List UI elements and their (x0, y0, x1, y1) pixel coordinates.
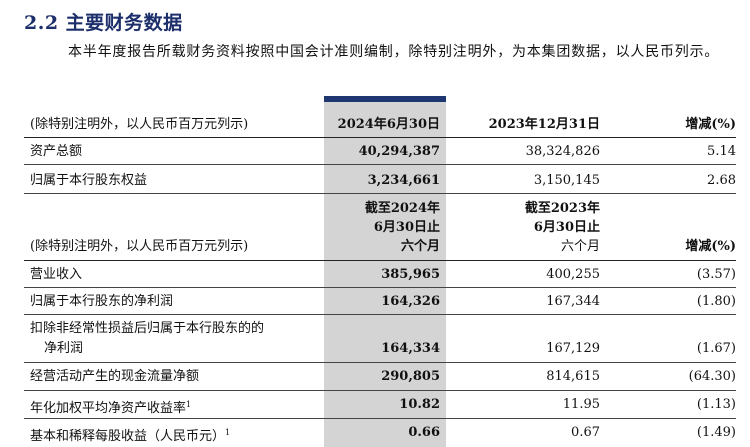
table-rule (24, 390, 736, 391)
table-row-value-change: 2.68 (707, 173, 736, 188)
table1-col1-header: 2024年6月30日 (337, 117, 440, 132)
table-row-value-current: 385,965 (381, 267, 440, 282)
table-row-value-change: (64.30) (688, 369, 736, 384)
row-label-text: 年化加权平均净资产收益率 (30, 401, 187, 416)
table2-col2-header-line2: 6月30日止 (533, 220, 600, 235)
table-row-value-change: (3.57) (696, 267, 736, 282)
table-row-value-current: 164,334 (381, 341, 440, 356)
table-rule (24, 164, 736, 165)
table-rule (24, 418, 736, 419)
table-row-value-prior: 400,255 (546, 267, 600, 282)
table-row-value-current: 290,805 (381, 369, 440, 384)
table2-col1-header-line3: 六个月 (400, 239, 440, 254)
intro-paragraph: 本半年度报告所载财务资料按照中国会计准则编制，除特别注明外，为本集团数据，以人民… (68, 44, 720, 60)
table-row-label-continued: 净利润 (44, 341, 84, 356)
table2-unit-label: (除特别注明外，以人民币百万元列示) (30, 239, 249, 254)
footnote-marker: 1 (186, 400, 192, 409)
table2-col2-header-line1: 截至2023年 (524, 201, 600, 216)
section-heading: 2.2 主要财务数据 (24, 12, 183, 34)
row-label-text: 基本和稀释每股收益（人民币元） (30, 429, 226, 444)
table-rule (24, 193, 736, 194)
table-row-label: 经营活动产生的现金流量净额 (30, 369, 200, 384)
table-row-value-prior: 167,129 (546, 341, 600, 356)
table-row-label: 归属于本行股东权益 (30, 173, 148, 188)
table-row-value-prior: 167,344 (546, 294, 600, 309)
table-rule (24, 260, 736, 261)
table-row-value-current: 164,326 (381, 294, 440, 309)
footnote-marker: 1 (225, 428, 231, 437)
table-row-label: 年化加权平均净资产收益率1 (30, 396, 191, 418)
table-row-value-change: (1.67) (696, 341, 736, 356)
table-row-label: 资产总额 (30, 144, 83, 159)
table-row-label: 基本和稀释每股收益（人民币元）1 (30, 424, 230, 446)
table2-col1-header-line2: 6月30日止 (373, 220, 440, 235)
table1-col2-header: 2023年12月31日 (488, 117, 600, 132)
table-rule (24, 314, 736, 315)
table2-col2-header-line3: 六个月 (560, 239, 600, 254)
table2-col3-header: 增减(%) (685, 239, 736, 254)
table-rule (24, 362, 736, 363)
table-row-value-current: 40,294,387 (358, 144, 440, 159)
table-row-value-change: (1.49) (696, 425, 736, 440)
table-row-value-prior: 3,150,145 (533, 173, 600, 188)
table-row-value-change: (1.80) (696, 294, 736, 309)
table-row-value-change: (1.13) (696, 397, 736, 412)
table-row-label: 扣除非经常性损益后归属于本行股东的的 (30, 321, 265, 336)
table-row-value-current: 10.82 (399, 397, 440, 412)
table-row-value-prior: 0.67 (571, 425, 600, 440)
table1-col3-header: 增减(%) (685, 117, 736, 132)
table1-unit-label: (除特别注明外，以人民币百万元列示) (30, 117, 249, 132)
table2-col1-header-line1: 截至2024年 (364, 201, 440, 216)
table-row-value-prior: 38,324,826 (525, 144, 600, 159)
table-rule (24, 137, 736, 138)
table-row-label: 营业收入 (30, 267, 83, 282)
table-row-value-current: 3,234,661 (367, 173, 440, 188)
table-row-value-current: 0.66 (408, 425, 440, 440)
table-rule (24, 287, 736, 288)
table-row-label: 归属于本行股东的净利润 (30, 294, 174, 309)
current-period-column-bar (324, 96, 446, 102)
table-row-value-change: 5.14 (707, 144, 736, 159)
table-row-value-prior: 11.95 (562, 397, 600, 412)
table-row-value-prior: 814,615 (546, 369, 600, 384)
